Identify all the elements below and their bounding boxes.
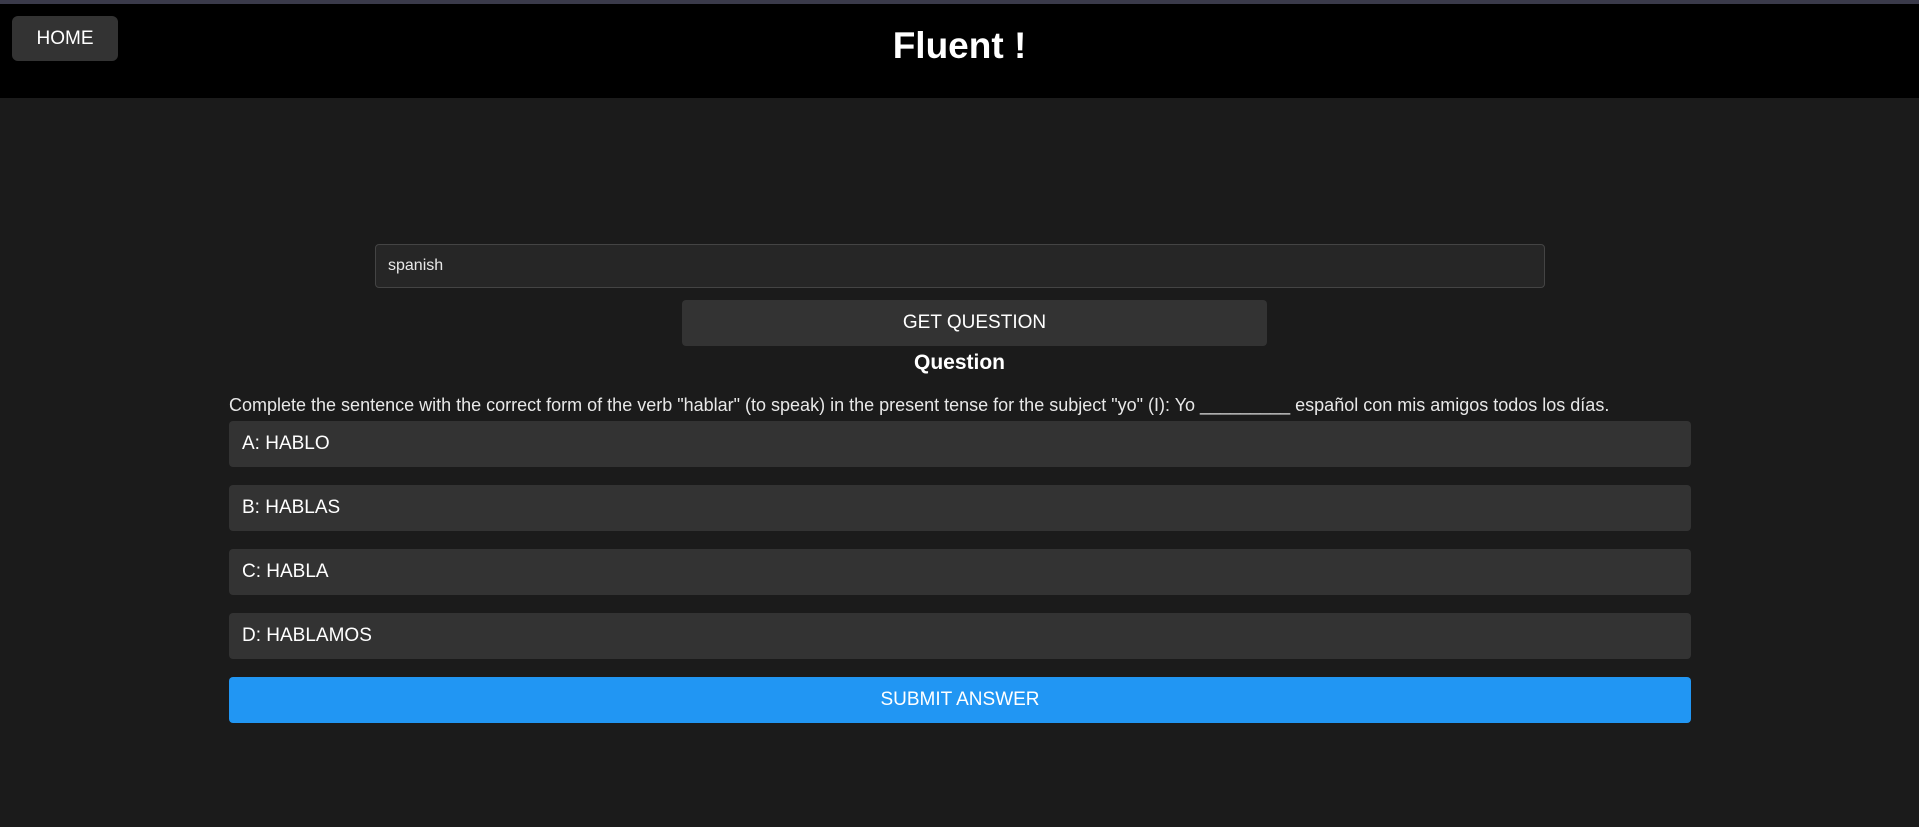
question-text: Complete the sentence with the correct f… <box>229 395 1610 415</box>
answer-option-b[interactable]: B: HABLAS <box>229 485 1691 531</box>
answer-option-c[interactable]: C: HABLA <box>229 549 1691 595</box>
submit-answer-button[interactable]: SUBMIT ANSWER <box>229 677 1691 723</box>
language-input[interactable] <box>375 244 1545 288</box>
app-header: HOME Fluent ! <box>0 4 1919 98</box>
answer-option-a[interactable]: A: HABLO <box>229 421 1691 467</box>
app-title: Fluent ! <box>892 25 1027 66</box>
question-heading: Question <box>913 351 1005 374</box>
answer-option-d[interactable]: D: HABLAMOS <box>229 613 1691 659</box>
get-question-button[interactable]: GET QUESTION <box>682 300 1267 346</box>
